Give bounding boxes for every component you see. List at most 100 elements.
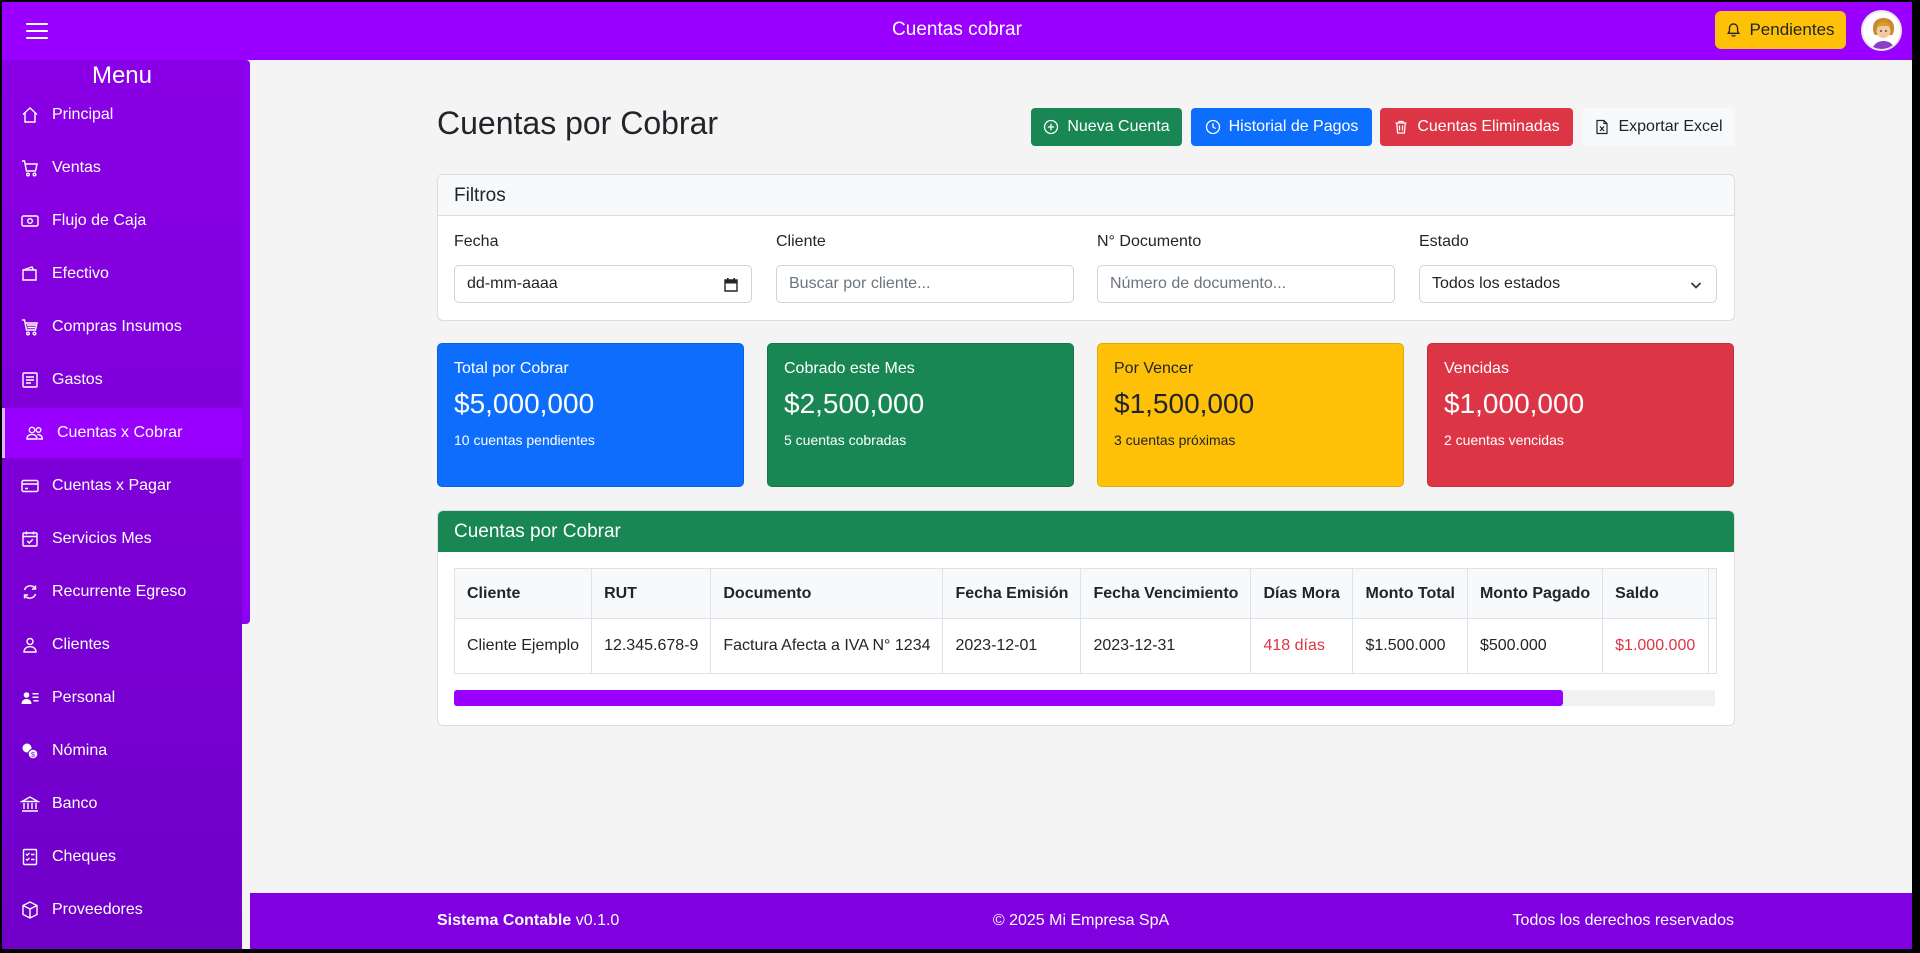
stat-label: Por Vencer — [1114, 360, 1194, 377]
sidebar-item-cuentas-cobrar[interactable]: Cuentas x Cobrar — [2, 408, 242, 458]
sidebar-item-ventas[interactable]: Ventas — [2, 143, 242, 193]
sidebar-item-label: Banco — [52, 795, 98, 812]
accounts-table: Cliente RUT Documento Fecha Emisión Fech… — [453, 568, 1718, 674]
page-title: Cuentas por Cobrar — [437, 105, 719, 141]
table-horizontal-scrollbar[interactable] — [454, 690, 1715, 706]
calendar-check-icon — [22, 531, 38, 547]
sidebar-item-label: Cheques — [52, 848, 117, 865]
sidebar-item-cheques[interactable]: Cheques — [2, 832, 242, 882]
column-header-documento[interactable]: Documento — [710, 568, 944, 619]
sidebar-item-label: Proveedores — [52, 901, 143, 918]
top-navbar: Cuentas cobrar Pendientes — [2, 2, 1912, 60]
column-header-fecha-emision[interactable]: Fecha Emisión — [942, 568, 1082, 619]
cliente-search-input[interactable]: Buscar por cliente... — [776, 265, 1074, 303]
stat-subtext: 2 cuentas vencidas — [1444, 432, 1564, 448]
table-row[interactable]: Cliente Ejemplo 12.345.678-9 Factura Afe… — [453, 618, 1718, 674]
excel-file-icon — [1596, 119, 1609, 135]
column-header-overflow — [1708, 568, 1718, 619]
cliente-label: Cliente — [776, 233, 826, 250]
pending-button[interactable]: Pendientes — [1715, 11, 1846, 49]
column-header-dias-mora[interactable]: Días Mora — [1250, 568, 1354, 619]
cell-monto-total: $1.500.000 — [1352, 618, 1468, 674]
stat-subtext: 10 cuentas pendientes — [454, 432, 595, 448]
sidebar-item-flujo-caja[interactable]: Flujo de Caja — [2, 196, 242, 246]
stat-label: Cobrado este Mes — [784, 360, 915, 377]
sidebar-scrollbar[interactable] — [242, 60, 250, 624]
column-header-monto-total[interactable]: Monto Total — [1352, 568, 1468, 619]
stat-card-total: Total por Cobrar $5,000,000 10 cuentas p… — [437, 343, 744, 487]
plus-circle-icon — [1044, 119, 1059, 135]
sidebar-item-recurrente-egreso[interactable]: Recurrente Egreso — [2, 567, 242, 617]
footer-rights: Todos los derechos reservados — [1512, 912, 1734, 929]
sidebar-item-compras-insumos[interactable]: Compras Insumos — [2, 302, 242, 352]
sidebar-item-servicios-mes[interactable]: Servicios Mes — [2, 514, 242, 564]
column-header-cliente[interactable]: Cliente — [453, 568, 593, 619]
stat-value: $1,500,000 — [1114, 388, 1255, 419]
column-header-saldo[interactable]: Saldo — [1602, 568, 1710, 619]
stat-subtext: 3 cuentas próximas — [1114, 432, 1236, 448]
filters-title: Filtros — [438, 175, 1734, 216]
cell-fecha-vencimiento: 2023-12-31 — [1080, 618, 1252, 674]
new-account-button[interactable]: Nueva Cuenta — [1031, 108, 1182, 146]
sidebar: Menu Principal Ventas Flujo de Caja Efec… — [2, 60, 242, 949]
cell-overflow — [1708, 618, 1718, 674]
sidebar-item-label: Efectivo — [52, 265, 109, 282]
payment-history-button[interactable]: Historial de Pagos — [1191, 108, 1372, 146]
credit-card-icon — [21, 479, 39, 493]
estado-label: Estado — [1419, 233, 1469, 250]
sidebar-item-label: Cuentas x Cobrar — [57, 424, 183, 441]
payment-history-label: Historial de Pagos — [1228, 118, 1359, 135]
column-header-fecha-vencimiento[interactable]: Fecha Vencimiento — [1080, 568, 1252, 619]
sidebar-item-banco[interactable]: Banco — [2, 779, 242, 829]
cart-icon — [22, 160, 38, 177]
page-header-title: Cuentas cobrar — [892, 19, 1022, 40]
chevron-down-icon — [1690, 282, 1702, 289]
export-excel-button[interactable]: Exportar Excel — [1582, 108, 1735, 146]
cart-fill-icon — [22, 319, 38, 336]
fecha-input[interactable]: dd-mm-aaaa — [454, 265, 752, 303]
deleted-accounts-button[interactable]: Cuentas Eliminadas — [1380, 108, 1573, 146]
stat-value: $2,500,000 — [784, 388, 925, 419]
cell-fecha-emision: 2023-12-01 — [942, 618, 1082, 674]
table-header-row: Cliente RUT Documento Fecha Emisión Fech… — [453, 568, 1718, 619]
user-avatar[interactable] — [1861, 10, 1902, 51]
sidebar-item-label: Ventas — [52, 159, 101, 176]
sidebar-item-proveedores[interactable]: Proveedores — [2, 885, 242, 935]
scrollbar-thumb[interactable] — [454, 690, 1563, 706]
cell-dias-mora: 418 días — [1250, 618, 1354, 674]
filters-card: Filtros Fecha dd-mm-aaaa Cliente Buscar … — [437, 174, 1735, 321]
export-excel-label: Exportar Excel — [1618, 118, 1723, 135]
cash-icon — [21, 215, 39, 227]
fecha-value: dd-mm-aaaa — [467, 275, 558, 292]
new-account-label: Nueva Cuenta — [1067, 118, 1170, 135]
cell-saldo: $1.000.000 — [1602, 618, 1710, 674]
stat-label: Total por Cobrar — [454, 360, 569, 377]
accounts-table-title: Cuentas por Cobrar — [438, 511, 1734, 552]
sidebar-item-personal[interactable]: Personal — [2, 673, 242, 723]
sidebar-item-clientes[interactable]: Clientes — [2, 620, 242, 670]
sidebar-item-cuentas-pagar[interactable]: Cuentas x Pagar — [2, 461, 242, 511]
person-lines-icon — [21, 692, 39, 704]
documento-label: N° Documento — [1097, 233, 1202, 250]
sidebar-item-gastos[interactable]: Gastos — [2, 355, 242, 405]
sidebar-item-nomina[interactable]: $ Nómina — [2, 726, 242, 776]
sidebar-item-label: Servicios Mes — [52, 530, 152, 547]
estado-select[interactable]: Todos los estados — [1419, 265, 1717, 303]
documento-input[interactable]: Número de documento... — [1097, 265, 1395, 303]
column-header-rut[interactable]: RUT — [591, 568, 712, 619]
column-header-monto-pagado[interactable]: Monto Pagado — [1466, 568, 1604, 619]
sidebar-item-principal[interactable]: Principal — [2, 90, 242, 140]
documento-placeholder: Número de documento... — [1110, 275, 1287, 292]
sidebar-item-label: Nómina — [52, 742, 108, 759]
accounts-table-card: Cuentas por Cobrar Cliente RUT Documento… — [437, 510, 1735, 726]
footer: Sistema Contable v0.1.0 © 2025 Mi Empres… — [250, 893, 1912, 949]
sidebar-item-efectivo[interactable]: Efectivo — [2, 249, 242, 299]
receipt-icon — [22, 372, 38, 388]
calendar-icon[interactable] — [723, 277, 739, 293]
person-icon — [23, 637, 37, 653]
stat-subtext: 5 cuentas cobradas — [784, 432, 907, 448]
sidebar-item-label: Gastos — [52, 371, 103, 388]
clock-icon — [1205, 119, 1220, 135]
stat-card-por-vencer: Por Vencer $1,500,000 3 cuentas próximas — [1097, 343, 1404, 487]
estado-value: Todos los estados — [1432, 275, 1561, 292]
